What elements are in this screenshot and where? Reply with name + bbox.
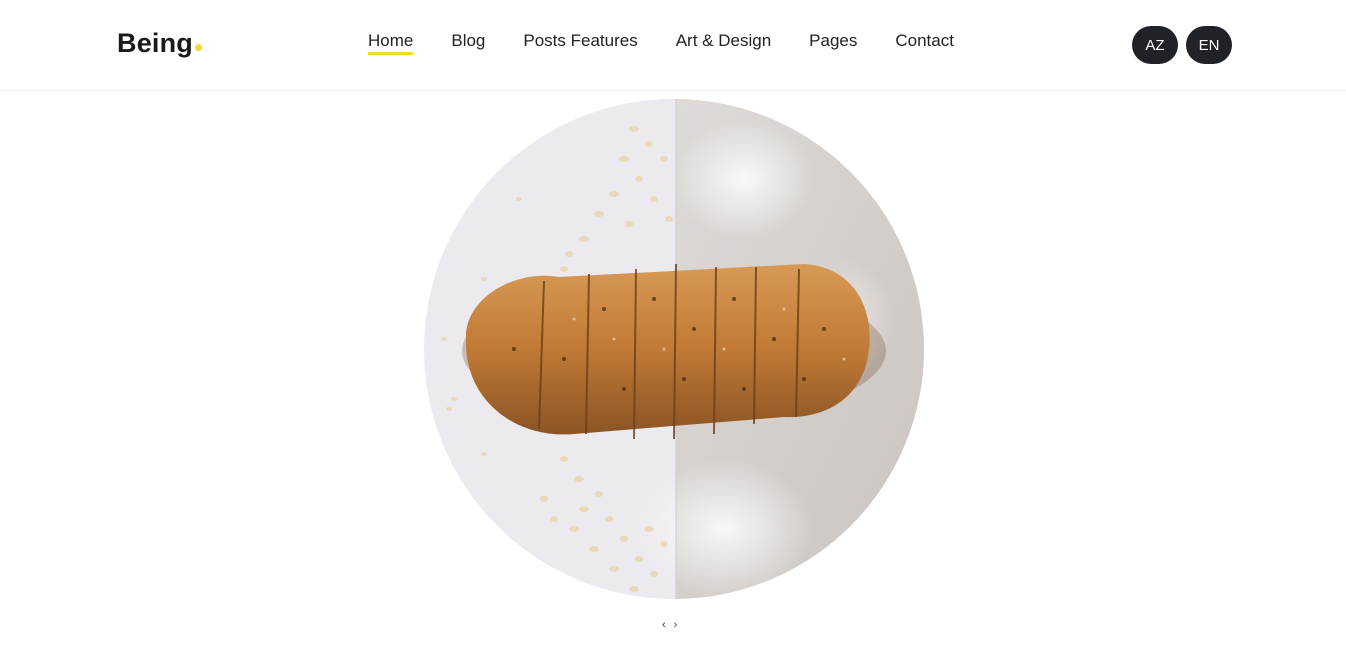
main-nav: Home Blog Posts Features Art & Design Pa… — [368, 31, 992, 55]
slider-prev-button[interactable]: ‹ — [662, 619, 666, 631]
bread-loaf-photo — [424, 99, 924, 599]
nav-posts-features[interactable]: Posts Features — [523, 31, 637, 51]
nav-art-design[interactable]: Art & Design — [676, 31, 771, 51]
slider-nav: ‹ › — [662, 619, 677, 631]
nav-blog[interactable]: Blog — [451, 31, 485, 51]
language-en-button[interactable]: EN — [1186, 26, 1232, 64]
nav-pages[interactable]: Pages — [809, 31, 857, 51]
hero-image — [424, 99, 924, 599]
logo-dot-icon — [195, 44, 203, 51]
slider-next-button[interactable]: › — [674, 619, 678, 631]
logo[interactable]: Being — [117, 28, 203, 59]
site-header: Being Home Blog Posts Features Art & Des… — [0, 0, 1346, 91]
nav-contact[interactable]: Contact — [895, 31, 954, 51]
nav-home[interactable]: Home — [368, 31, 414, 55]
language-az-button[interactable]: AZ — [1132, 26, 1178, 64]
